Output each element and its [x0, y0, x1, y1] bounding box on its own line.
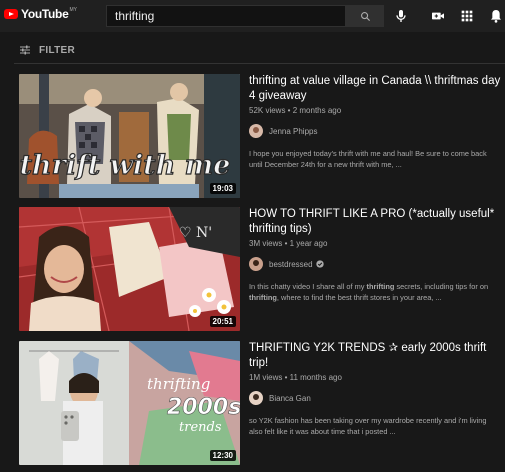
description-line: until December 24th for a new thrift wit…	[249, 160, 402, 169]
description-line: thrifting, where to find the best thrift…	[249, 293, 442, 302]
logo-text: YouTube	[21, 7, 69, 21]
video-description: I hope you enjoyed today's thrift with m…	[249, 148, 505, 170]
description-line: In this chatty video I share all of my t…	[249, 282, 489, 291]
filter-divider	[14, 63, 505, 64]
video-meta: 1M views • 11 months ago	[249, 373, 342, 382]
video-meta: 52K views • 2 months ago	[249, 106, 342, 115]
mic-icon[interactable]	[393, 8, 409, 24]
channel-name[interactable]: Bianca Gan	[269, 394, 311, 403]
video-title[interactable]: thrifting at value village in Canada \\ …	[249, 74, 505, 104]
video-duration: 20:51	[209, 316, 236, 327]
video-info: HOW TO THRIFT LIKE A PRO (*actually usef…	[249, 207, 505, 303]
apps-grid-icon[interactable]	[459, 8, 475, 24]
youtube-logo[interactable]: YouTube MY	[4, 7, 77, 21]
youtube-play-icon	[4, 9, 18, 19]
channel-avatar[interactable]	[249, 124, 263, 138]
verified-check-icon	[315, 260, 324, 268]
highlighted-term: thrifting	[249, 293, 277, 302]
thumbnail-caption: thrifting	[147, 375, 210, 393]
svg-text:♡ N': ♡ N'	[179, 225, 212, 241]
channel-name[interactable]: bestdressed	[269, 260, 313, 269]
search-input[interactable]: thrifting	[106, 5, 346, 27]
thumbnail-caption: thrift with me	[20, 150, 231, 181]
channel-name[interactable]: Jenna Phipps	[269, 127, 317, 136]
description-line: so Y2K fashion has been taking over my w…	[249, 416, 487, 425]
video-thumbnail[interactable]: thrifting 2000s trends 12:30	[19, 341, 240, 465]
search-icon	[361, 12, 371, 22]
video-title[interactable]: HOW TO THRIFT LIKE A PRO (*actually usef…	[249, 207, 505, 237]
channel-row[interactable]: Jenna Phipps	[249, 124, 505, 138]
create-video-icon[interactable]	[430, 8, 446, 24]
video-info: THRIFTING Y2K TRENDS ✰ early 2000s thrif…	[249, 341, 505, 437]
channel-avatar[interactable]	[249, 391, 263, 405]
video-description: so Y2K fashion has been taking over my w…	[249, 415, 505, 437]
channel-row[interactable]: bestdressed	[249, 257, 505, 271]
search-query: thrifting	[115, 9, 155, 23]
highlighted-term: thrifting	[366, 282, 395, 291]
top-bar: YouTube MY thrifting	[0, 0, 505, 32]
channel-avatar[interactable]	[249, 257, 263, 271]
video-duration: 19:03	[209, 183, 236, 194]
thumbnail-caption: 2000s	[167, 395, 240, 420]
description-line: I hope you enjoyed today's thrift with m…	[249, 149, 487, 158]
description-line: also felt like it was about time that i …	[249, 427, 396, 436]
video-title[interactable]: THRIFTING Y2K TRENDS ✰ early 2000s thrif…	[249, 341, 505, 371]
filter-sliders-icon	[20, 45, 30, 55]
video-description: In this chatty video I share all of my t…	[249, 281, 505, 303]
filter-label: FILTER	[39, 44, 76, 56]
filter-button[interactable]: FILTER	[19, 44, 75, 56]
thumbnail-image: thrift with me	[19, 74, 240, 198]
video-thumbnail[interactable]: ♡ N' 20:51	[19, 207, 240, 331]
notifications-bell-icon[interactable]	[488, 8, 504, 24]
video-duration: 12:30	[209, 450, 236, 461]
search-button[interactable]	[346, 5, 384, 27]
thumbnail-image: ♡ N'	[19, 207, 240, 331]
channel-row[interactable]: Bianca Gan	[249, 391, 505, 405]
thumbnail-image: thrifting 2000s trends	[19, 341, 240, 465]
video-thumbnail[interactable]: thrift with me 19:03	[19, 74, 240, 198]
logo-region: MY	[69, 7, 77, 13]
thumbnail-caption: trends	[179, 420, 222, 435]
video-info: thrifting at value village in Canada \\ …	[249, 74, 505, 170]
video-meta: 3M views • 1 year ago	[249, 239, 328, 248]
